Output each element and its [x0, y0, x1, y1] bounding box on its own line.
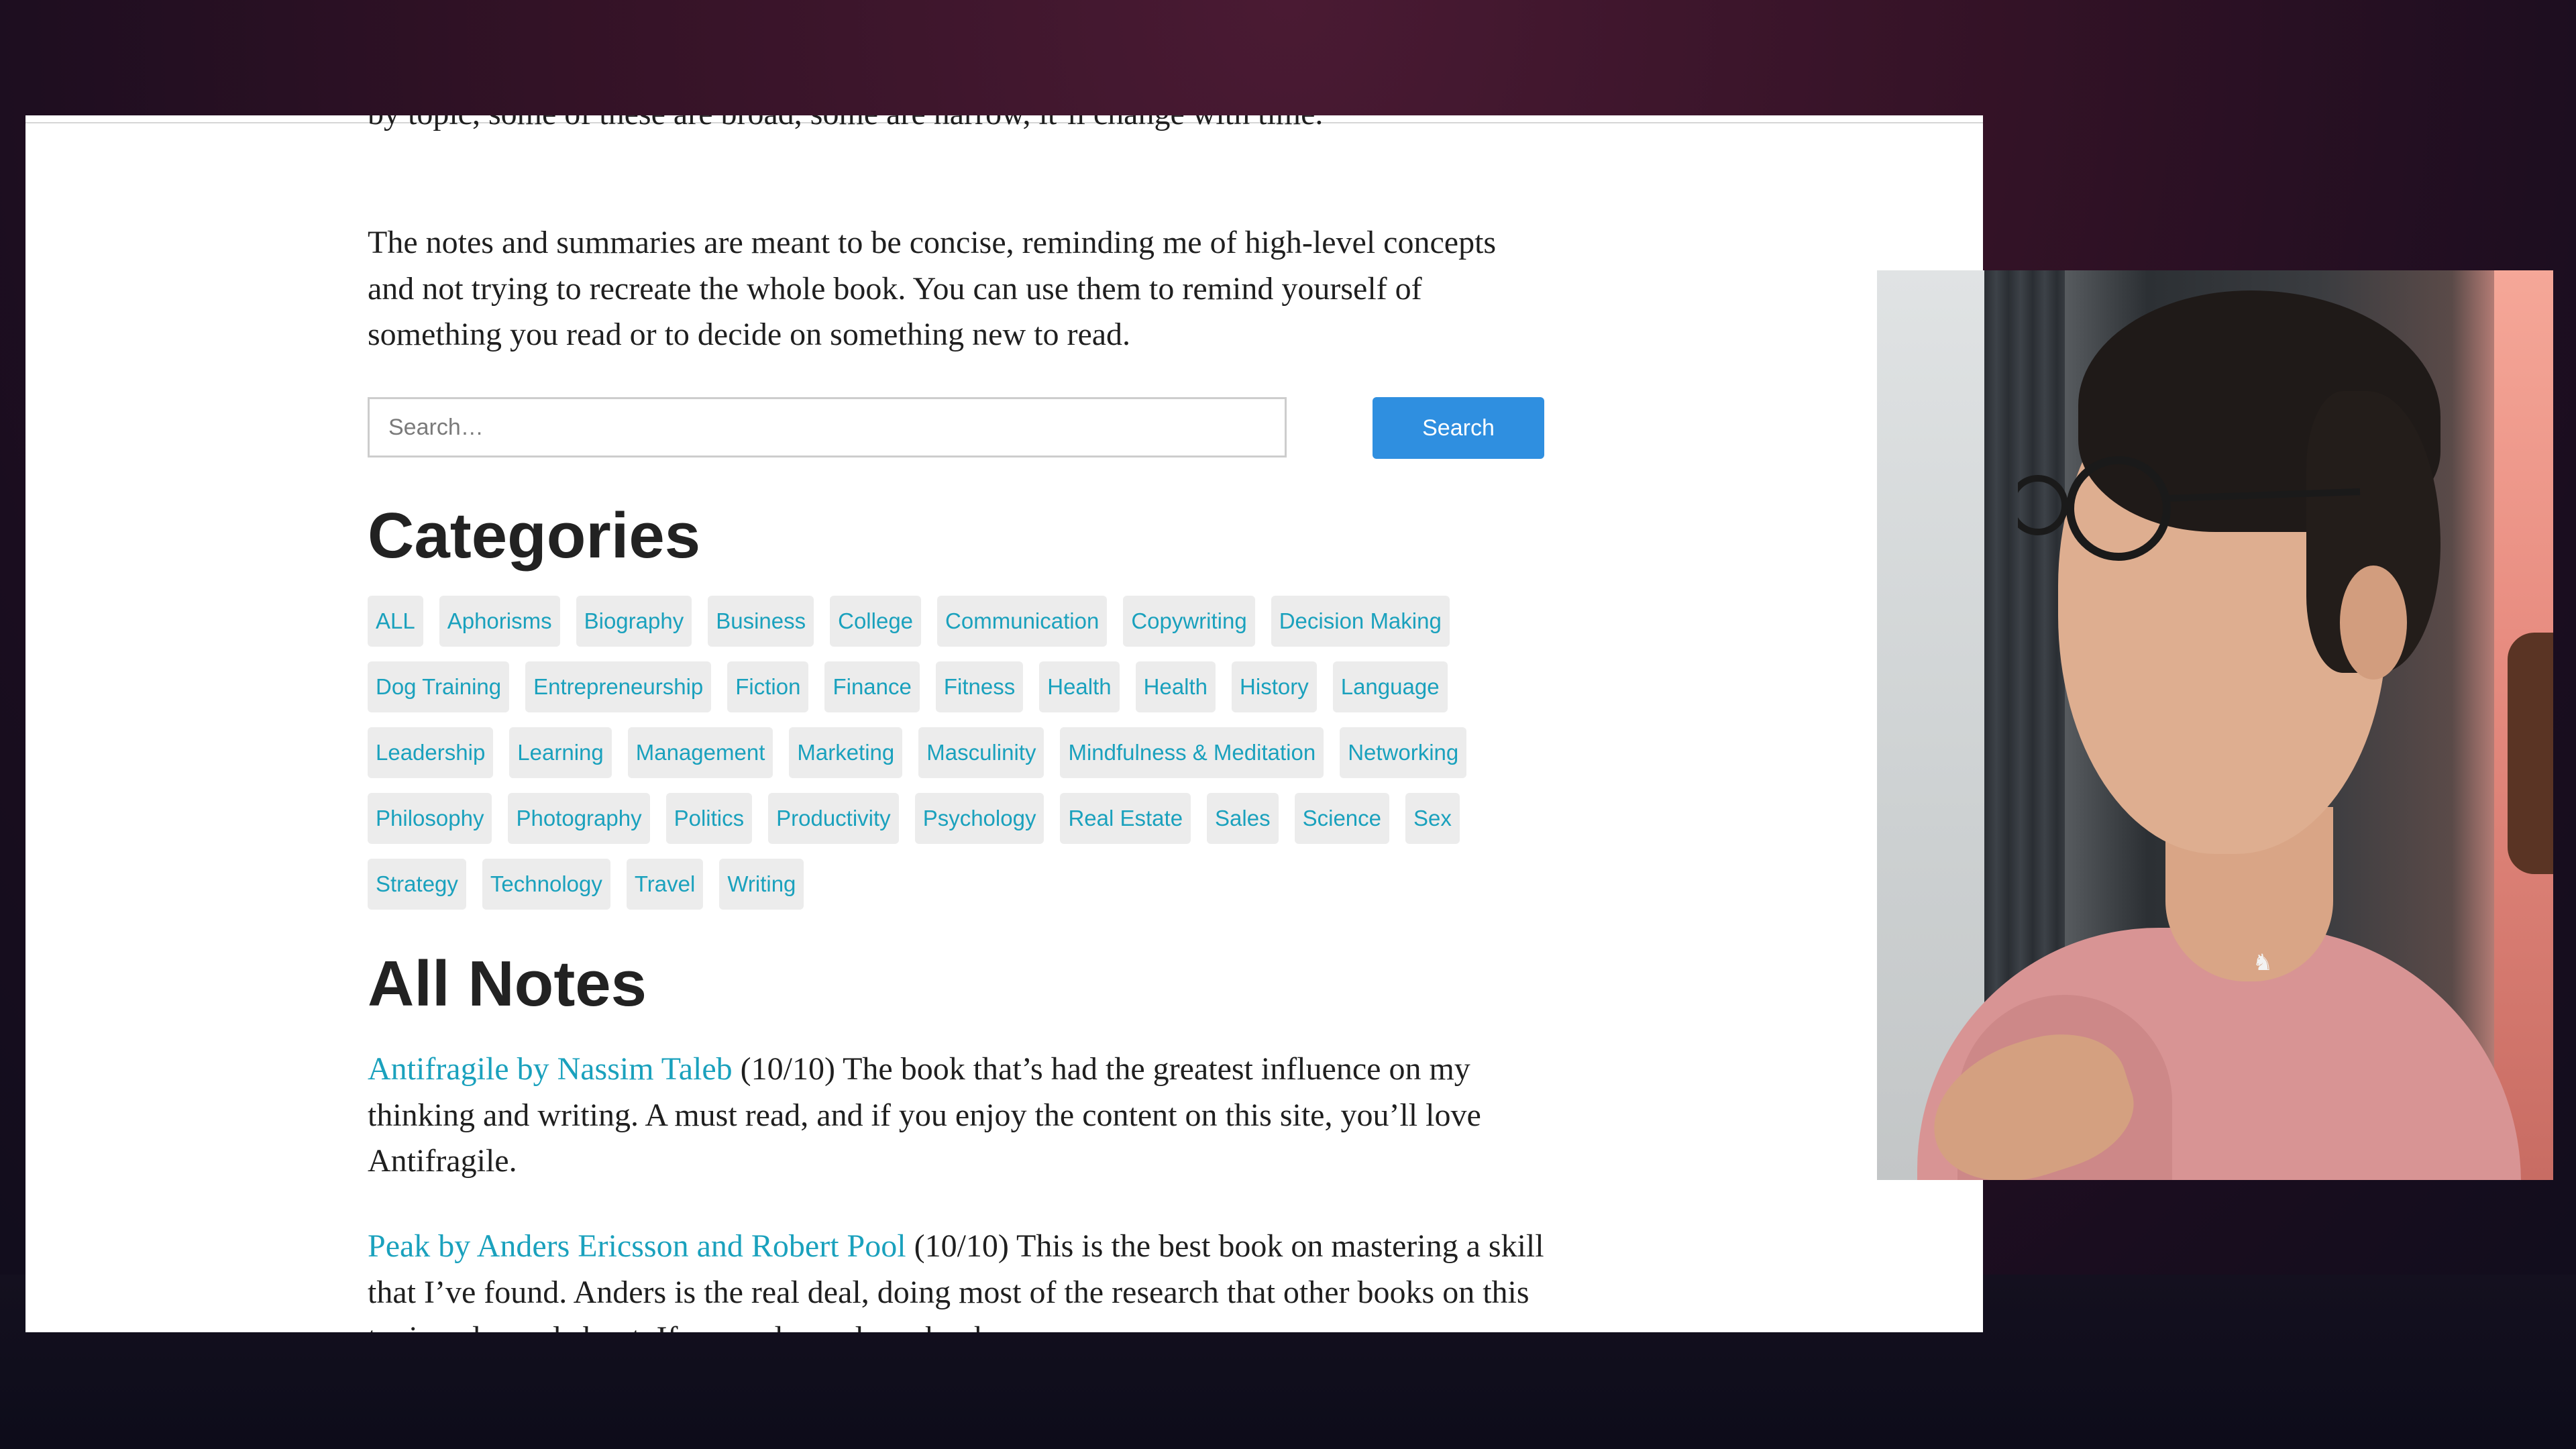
category-tag-philosophy[interactable]: Philosophy: [368, 793, 492, 844]
moose-icon: ♞: [2252, 949, 2273, 976]
category-tag-productivity[interactable]: Productivity: [768, 793, 899, 844]
category-tag-sex[interactable]: Sex: [1405, 793, 1460, 844]
category-tag-writing[interactable]: Writing: [719, 859, 804, 910]
category-tag-real-estate[interactable]: Real Estate: [1060, 793, 1191, 844]
category-tag-strategy[interactable]: Strategy: [368, 859, 466, 910]
category-tag-list: ALL Aphorisms Biography Business College…: [368, 596, 1568, 910]
category-tag-biography[interactable]: Biography: [576, 596, 692, 647]
category-tag-all[interactable]: ALL: [368, 596, 423, 647]
category-tag-leadership[interactable]: Leadership: [368, 727, 494, 778]
category-tag-psychology[interactable]: Psychology: [914, 793, 1044, 844]
search-input[interactable]: [368, 397, 1287, 458]
category-tag-mindfulness-meditation[interactable]: Mindfulness & Meditation: [1060, 727, 1324, 778]
category-tag-fiction[interactable]: Fiction: [727, 661, 809, 712]
presenter-webcam: ♞: [1877, 270, 2553, 1180]
intro-text-partial: by topic, some of these are broad, some …: [368, 115, 1548, 138]
note-title-link[interactable]: Peak by Anders Ericsson and Robert Pool: [368, 1228, 906, 1264]
browser-page[interactable]: by topic, some of these are broad, some …: [25, 115, 1983, 1332]
category-tag-decision-making[interactable]: Decision Making: [1271, 596, 1450, 647]
category-tag-communication[interactable]: Communication: [937, 596, 1108, 647]
note-title-link[interactable]: Antifragile by Nassim Taleb: [368, 1051, 733, 1087]
category-tag-fitness[interactable]: Fitness: [935, 661, 1024, 712]
search-button[interactable]: Search: [1373, 397, 1544, 459]
category-tag-sales[interactable]: Sales: [1207, 793, 1279, 844]
category-tag-entrepreneurship[interactable]: Entrepreneurship: [525, 661, 712, 712]
category-tag-dog-training[interactable]: Dog Training: [368, 661, 510, 712]
intro-paragraph: The notes and summaries are meant to be …: [368, 225, 1497, 352]
note-item: Antifragile by Nassim Taleb (10/10) The …: [368, 1046, 1548, 1185]
glasses-icon: [2018, 456, 2361, 561]
category-tag-health[interactable]: Health: [1039, 661, 1120, 712]
category-tag-networking[interactable]: Networking: [1340, 727, 1467, 778]
category-tag-travel[interactable]: Travel: [626, 859, 704, 910]
categories-heading: Categories: [368, 500, 701, 572]
note-item: Peak by Anders Ericsson and Robert Pool …: [368, 1224, 1548, 1332]
category-tag-health-2[interactable]: Health: [1135, 661, 1216, 712]
webcam-guitar: [2508, 633, 2553, 874]
category-tag-technology[interactable]: Technology: [482, 859, 610, 910]
category-tag-history[interactable]: History: [1232, 661, 1317, 712]
category-tag-business[interactable]: Business: [708, 596, 814, 647]
category-tag-aphorisms[interactable]: Aphorisms: [439, 596, 560, 647]
category-tag-photography[interactable]: Photography: [508, 793, 650, 844]
category-tag-language[interactable]: Language: [1332, 661, 1448, 712]
all-notes-heading: All Notes: [368, 948, 647, 1020]
category-tag-copywriting[interactable]: Copywriting: [1123, 596, 1255, 647]
category-tag-management[interactable]: Management: [627, 727, 773, 778]
category-tag-learning[interactable]: Learning: [509, 727, 612, 778]
category-tag-college[interactable]: College: [830, 596, 922, 647]
category-tag-finance[interactable]: Finance: [824, 661, 920, 712]
presenter-ear: [2340, 566, 2407, 680]
category-tag-politics[interactable]: Politics: [665, 793, 753, 844]
category-tag-marketing[interactable]: Marketing: [789, 727, 903, 778]
category-tag-masculinity[interactable]: Masculinity: [918, 727, 1044, 778]
category-tag-science[interactable]: Science: [1294, 793, 1390, 844]
